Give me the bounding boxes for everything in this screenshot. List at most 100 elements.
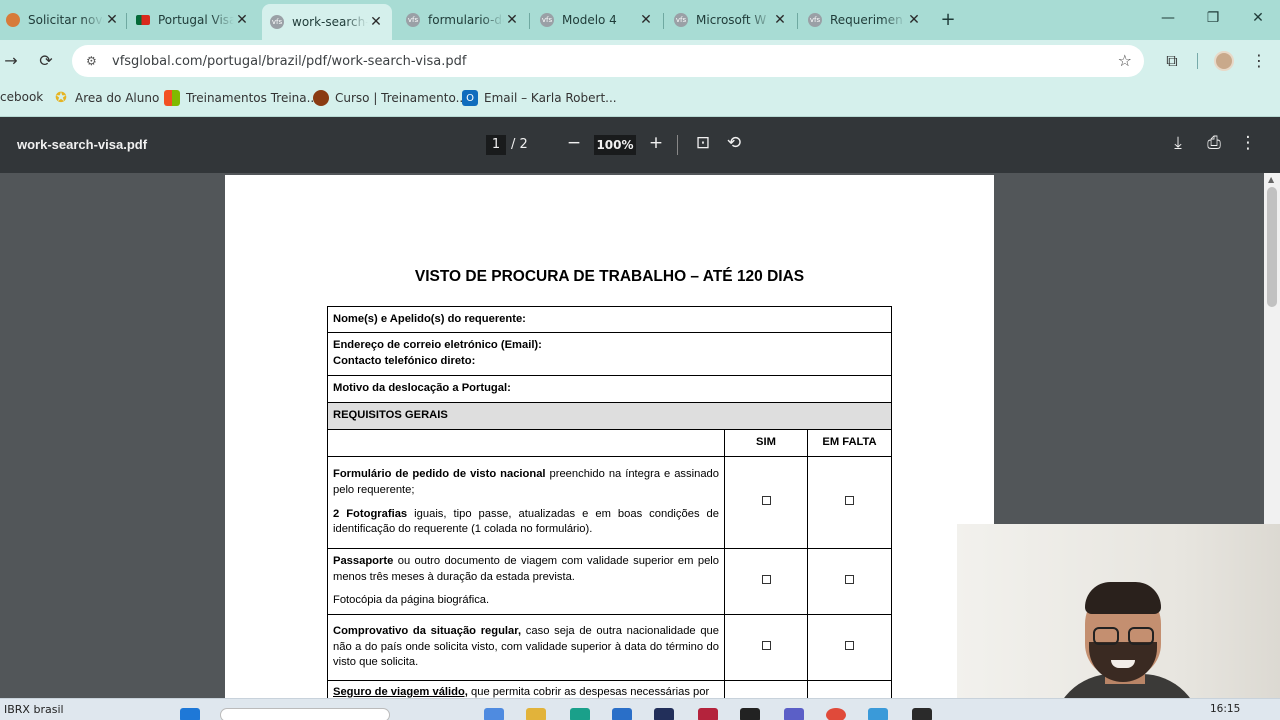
checkbox-cell — [807, 456, 892, 549]
tab-strip: Solicitar novo ✕ Portugal Visa ✕ vfs wor… — [0, 0, 1280, 40]
url-text[interactable]: vfsglobal.com/portugal/brazil/pdf/work-s… — [112, 54, 466, 69]
sim-checkbox[interactable] — [761, 574, 771, 584]
em-falta-checkbox[interactable] — [845, 495, 854, 505]
checkbox-cell — [724, 680, 808, 698]
checkbox-cell — [724, 548, 808, 615]
taskbar-app-icon[interactable] — [698, 708, 718, 720]
checkbox-cell — [807, 680, 892, 698]
site-info-icon[interactable]: ⚙ — [86, 54, 102, 68]
clock[interactable]: 16:15 — [1210, 703, 1240, 715]
search-box[interactable] — [220, 708, 390, 720]
address-bar[interactable]: ⚙ vfsglobal.com/portugal/brazil/pdf/work… — [72, 45, 1144, 77]
new-tab-button[interactable]: + — [938, 9, 958, 30]
vfs-favicon-icon: vfs — [540, 13, 554, 27]
close-tab-icon[interactable]: ✕ — [906, 12, 922, 28]
requirement-text: Fotocópia da página biográfica. — [333, 594, 490, 607]
page-number-input[interactable]: 1 — [486, 135, 506, 155]
vfs-favicon-icon: vfs — [808, 13, 822, 27]
bookmark-facebook[interactable]: cebook — [0, 90, 43, 104]
close-tab-icon[interactable]: ✕ — [234, 12, 250, 28]
em-falta-checkbox[interactable] — [845, 640, 854, 650]
tab-microsoft[interactable]: vfs Microsoft W ✕ — [666, 6, 796, 34]
tab-requerimento[interactable]: vfs Requerimen ✕ — [800, 6, 930, 34]
column-header-em-falta: EM FALTA — [807, 429, 892, 457]
window-close-button[interactable]: ✕ — [1248, 10, 1268, 26]
column-header-sim: SIM — [724, 429, 808, 457]
requirement-text: que permita cobrir as despesas necessári… — [467, 686, 710, 698]
browser-menu-icon[interactable]: ⋮ — [1248, 50, 1270, 72]
tab-solicitar[interactable]: Solicitar novo ✕ — [0, 6, 128, 34]
scrollbar-thumb[interactable] — [1267, 187, 1277, 307]
outlook-icon: O — [462, 90, 478, 106]
taskbar-app-icon[interactable] — [912, 708, 932, 720]
download-icon[interactable]: ⤓ — [1167, 133, 1189, 153]
em-falta-checkbox[interactable] — [845, 574, 854, 584]
table-row: Endereço de correio eletrónico (Email): … — [327, 332, 892, 376]
teams-icon[interactable] — [784, 708, 804, 720]
tab-title: Portugal Visa — [158, 13, 234, 27]
contact-cell: Endereço de correio eletrónico (Email): … — [327, 332, 892, 376]
requirement-cell: Passaporte ou outro documento de viagem … — [327, 548, 725, 615]
bookmark-treinamentos[interactable]: Treinamentos Treina... — [164, 90, 318, 106]
minimize-button[interactable]: — — [1158, 10, 1178, 26]
tab-work-search[interactable]: vfs work-search- ✕ — [262, 4, 392, 40]
profile-avatar[interactable] — [1214, 51, 1234, 71]
fit-page-icon[interactable]: ⊡ — [692, 133, 714, 153]
scroll-up-arrow-icon[interactable]: ▲ — [1268, 175, 1274, 184]
restore-button[interactable]: ❐ — [1203, 10, 1223, 26]
bookmark-email[interactable]: O Email – Karla Robert... — [462, 90, 617, 106]
zoom-out-button[interactable]: − — [563, 133, 585, 153]
edge-icon[interactable] — [570, 708, 590, 720]
checkbox-cell — [724, 456, 808, 549]
file-explorer-icon[interactable] — [526, 708, 546, 720]
zoom-input[interactable]: 100% — [594, 135, 636, 155]
start-icon[interactable] — [180, 708, 200, 720]
bookmark-label: Curso | Treinamento... — [335, 91, 468, 105]
bookmark-curso[interactable]: Curso | Treinamento... — [313, 90, 467, 106]
portugal-flag-icon — [136, 15, 150, 25]
tab-modelo-4[interactable]: vfs Modelo 4 ✕ — [532, 6, 662, 34]
requirement-title: Formulário de pedido de visto nacional — [333, 467, 546, 480]
pdf-more-icon[interactable]: ⋮ — [1237, 133, 1259, 153]
tab-title: Modelo 4 — [562, 13, 617, 27]
motive-field-label: Motivo da deslocação a Portugal: — [327, 375, 892, 403]
taskbar-app-icon[interactable] — [484, 708, 504, 720]
requirement-title: 2 Fotografias — [333, 507, 408, 520]
tab-formulario[interactable]: vfs formulario-de ✕ — [398, 6, 528, 34]
tab-title: Microsoft W — [696, 13, 767, 27]
sim-checkbox[interactable] — [761, 640, 771, 650]
bookmark-star-icon[interactable]: ☆ — [1118, 51, 1132, 70]
weather-widget[interactable]: IBRX brasil — [4, 703, 64, 716]
zoom-in-button[interactable]: + — [645, 133, 667, 153]
forward-button[interactable]: → — [0, 50, 22, 72]
microsoft-logo-icon — [164, 90, 180, 106]
chrome-icon[interactable] — [826, 708, 846, 720]
email-field-label: Endereço de correio eletrónico (Email): — [333, 339, 542, 352]
calendar-icon[interactable] — [868, 708, 888, 720]
print-icon[interactable]: ⎙ — [1203, 133, 1225, 153]
extensions-icon[interactable]: ⧉ — [1161, 50, 1183, 72]
close-tab-icon[interactable]: ✕ — [772, 12, 788, 28]
bookmark-area-aluno[interactable]: ✪ Area do Aluno — [53, 90, 159, 106]
rotate-icon[interactable]: ⟲ — [723, 133, 745, 153]
tab-title: Solicitar novo — [28, 13, 104, 27]
checkbox-cell — [724, 614, 808, 681]
close-tab-icon[interactable]: ✕ — [504, 12, 520, 28]
dropbox-icon[interactable] — [740, 708, 760, 720]
taskbar-app-icon[interactable] — [654, 708, 674, 720]
document-title: VISTO DE PROCURA DE TRABALHO – ATÉ 120 D… — [414, 268, 805, 285]
table-row: Passaporte ou outro documento de viagem … — [327, 548, 892, 615]
tab-title: work-search- — [292, 15, 368, 29]
close-tab-icon[interactable]: ✕ — [638, 12, 654, 28]
tab-portugal-visa[interactable]: Portugal Visa ✕ — [128, 6, 258, 34]
browser-toolbar: → ⟳ ⚙ vfsglobal.com/portugal/brazil/pdf/… — [0, 40, 1280, 82]
reload-button[interactable]: ⟳ — [35, 50, 57, 72]
tab-title: Requerimen — [830, 13, 903, 27]
close-tab-icon[interactable]: ✕ — [104, 12, 120, 28]
table-row: Nome(s) e Apelido(s) do requerente: — [327, 306, 892, 333]
sim-checkbox[interactable] — [761, 495, 771, 505]
requirement-cell: Formulário de pedido de visto nacional p… — [327, 456, 725, 549]
store-icon[interactable] — [612, 708, 632, 720]
bookmark-label: Treinamentos Treina... — [186, 91, 319, 105]
close-tab-icon[interactable]: ✕ — [368, 14, 384, 30]
